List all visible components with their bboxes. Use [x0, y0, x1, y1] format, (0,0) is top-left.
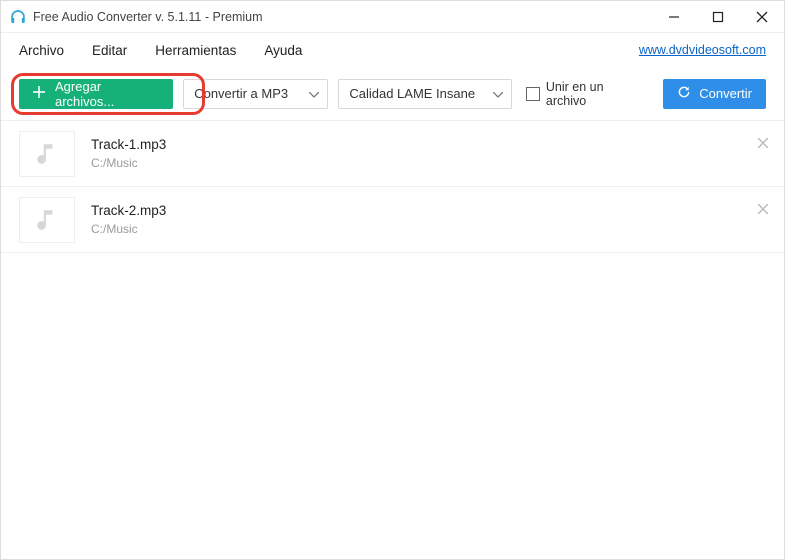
- join-files-label: Unir en un archivo: [546, 80, 643, 108]
- remove-track-button[interactable]: [758, 201, 768, 217]
- track-list: Track-1.mp3 C:/Music Track-2.mp3 C:/Musi…: [1, 121, 784, 559]
- menu-ayuda[interactable]: Ayuda: [264, 43, 302, 58]
- track-path: C:/Music: [91, 222, 166, 236]
- toolbar: Agregar archivos... Convertir a MP3 Cali…: [1, 67, 784, 121]
- track-path: C:/Music: [91, 156, 166, 170]
- format-selected: Convertir a MP3: [194, 86, 288, 101]
- add-files-button[interactable]: Agregar archivos...: [19, 79, 173, 109]
- minimize-button[interactable]: [652, 1, 696, 33]
- remove-track-button[interactable]: [758, 135, 768, 151]
- checkbox-icon: [526, 87, 540, 101]
- join-files-checkbox[interactable]: Unir en un archivo: [526, 80, 643, 108]
- menu-archivo[interactable]: Archivo: [19, 43, 64, 58]
- add-files-label: Agregar archivos...: [55, 79, 159, 109]
- convert-button[interactable]: Convertir: [663, 79, 766, 109]
- track-name: Track-1.mp3: [91, 137, 166, 152]
- menu-bar: Archivo Editar Herramientas Ayuda www.dv…: [1, 33, 784, 67]
- chevron-down-icon: [309, 86, 319, 101]
- maximize-button[interactable]: [696, 1, 740, 33]
- brand-link[interactable]: www.dvdvideosoft.com: [639, 43, 766, 57]
- list-item[interactable]: Track-1.mp3 C:/Music: [1, 121, 784, 187]
- app-icon: [9, 8, 27, 26]
- list-item[interactable]: Track-2.mp3 C:/Music: [1, 187, 784, 253]
- format-dropdown[interactable]: Convertir a MP3: [183, 79, 328, 109]
- convert-label: Convertir: [699, 86, 752, 101]
- menu-herramientas[interactable]: Herramientas: [155, 43, 236, 58]
- audio-thumb-icon: [19, 197, 75, 243]
- title-bar: Free Audio Converter v. 5.1.11 - Premium: [1, 1, 784, 33]
- refresh-icon: [677, 85, 691, 102]
- plus-icon: [33, 86, 45, 101]
- menu-editar[interactable]: Editar: [92, 43, 127, 58]
- window-title: Free Audio Converter v. 5.1.11 - Premium: [33, 10, 263, 24]
- chevron-down-icon: [493, 86, 503, 101]
- quality-selected: Calidad LAME Insane: [349, 86, 475, 101]
- quality-dropdown[interactable]: Calidad LAME Insane: [338, 79, 512, 109]
- close-button[interactable]: [740, 1, 784, 33]
- audio-thumb-icon: [19, 131, 75, 177]
- track-name: Track-2.mp3: [91, 203, 166, 218]
